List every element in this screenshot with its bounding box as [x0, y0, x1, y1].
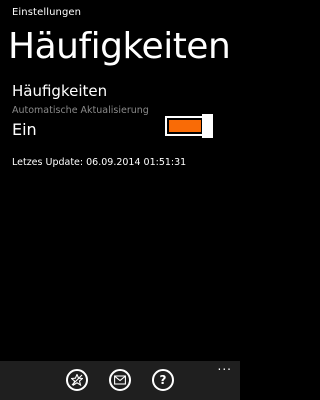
mail-icon [114, 375, 126, 385]
setting-title: Häufigkeiten [12, 82, 108, 100]
mail-button[interactable] [109, 369, 131, 391]
pivot-item-haeufigkeiten[interactable]: Häufigkeiten [8, 20, 231, 74]
last-update-text: Letzes Update: 06.09.2014 01:51:31 [12, 157, 187, 168]
more-options-button[interactable]: ... [218, 360, 232, 372]
pivot-header: HäufigkeitenSa [8, 20, 240, 74]
app-title: Einstellungen [12, 7, 82, 18]
toggle-state-label: Ein [12, 120, 37, 139]
setting-description: Automatische Aktualisierung [12, 105, 149, 116]
rate-button[interactable] [66, 369, 88, 391]
help-button[interactable]: ? [152, 369, 174, 391]
help-icon: ? [159, 373, 167, 387]
auto-update-toggle[interactable] [165, 114, 213, 138]
toggle-track-fill [169, 120, 201, 132]
app-bar: ? ... [0, 360, 240, 400]
rate-star-icon [71, 374, 83, 386]
toggle-thumb[interactable] [202, 114, 213, 138]
